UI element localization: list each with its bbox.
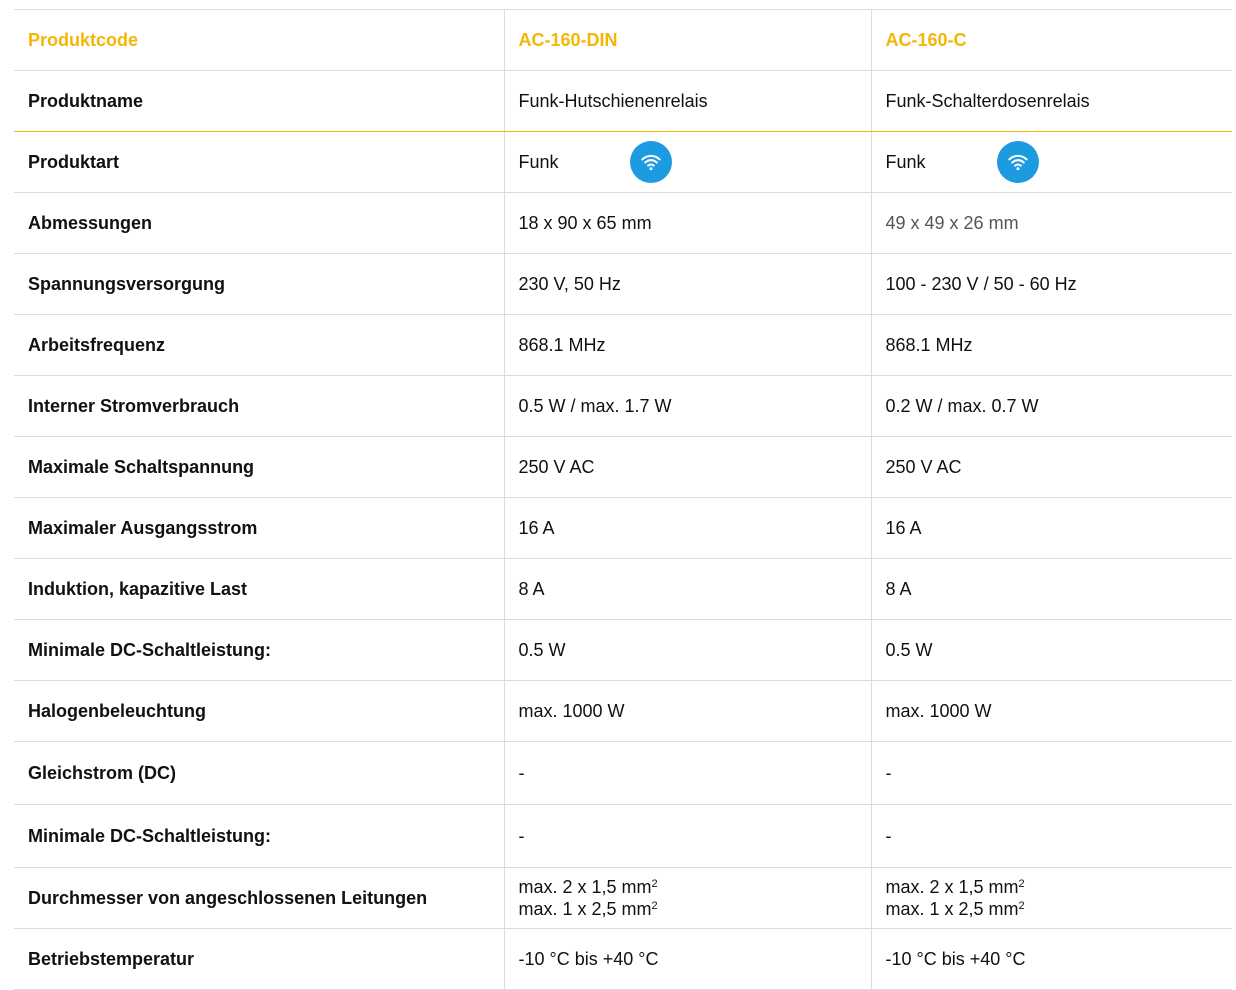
cable-spec-text: max. 1 x 2,5 mm (518, 899, 652, 919)
table-row: Produktname Funk-Hutschienenrelais Funk-… (14, 70, 1232, 132)
row-value-2: 8 A (870, 558, 1232, 620)
row-value-2: -10 °C bis +40 °C (870, 928, 1232, 990)
row-value-2: 0.2 W / max. 0.7 W (870, 375, 1232, 437)
table-row: Arbeitsfrequenz 868.1 MHz 868.1 MHz (14, 314, 1232, 376)
row-label: Halogenbeleuchtung (14, 680, 504, 742)
unit-superscript: 2 (651, 878, 658, 890)
table-row: Gleichstrom (DC) - - (14, 741, 1232, 805)
table-row: Maximale Schaltspannung 250 V AC 250 V A… (14, 436, 1232, 498)
cable-spec-line: max. 1 x 2,5 mm2 (519, 898, 871, 920)
row-label: Spannungsversorgung (14, 253, 504, 315)
header-product-code-1: AC-160-DIN (503, 9, 871, 71)
cable-spec-text: max. 2 x 1,5 mm (885, 877, 1019, 897)
row-value-1: -10 °C bis +40 °C (503, 928, 871, 990)
table-row: Minimale DC-Schaltleistung: - - (14, 804, 1232, 868)
product-spec-table: Produktcode AC-160-DIN AC-160-C Produktn… (14, 9, 1232, 990)
row-value-1: 250 V AC (503, 436, 871, 498)
row-value-1: 8 A (503, 558, 871, 620)
row-value-1: - (503, 741, 871, 805)
row-value-2: max. 1000 W (870, 680, 1232, 742)
row-value-2: Funk-Schalterdosenrelais (870, 70, 1232, 132)
table-row: Durchmesser von angeschlossenen Leitunge… (14, 867, 1233, 929)
wifi-icon (996, 141, 1039, 183)
table-row: Minimale DC-Schaltleistung: 0.5 W 0.5 W (14, 619, 1232, 681)
row-value-2: 250 V AC (870, 436, 1232, 498)
row-value-2: 49 x 49 x 26 mm (870, 192, 1232, 254)
cable-spec-line: max. 2 x 1,5 mm2 (519, 876, 871, 898)
cable-spec-line: max. 2 x 1,5 mm2 (886, 876, 1233, 898)
row-label: Durchmesser von angeschlossenen Leitunge… (14, 867, 504, 929)
table-row: Halogenbeleuchtung max. 1000 W max. 1000… (14, 680, 1232, 742)
row-value-1: max. 2 x 1,5 mm2 max. 1 x 2,5 mm2 (503, 867, 871, 929)
row-value-1: - (503, 804, 871, 868)
table-row: Induktion, kapazitive Last 8 A 8 A (14, 558, 1232, 620)
row-value-1: max. 1000 W (503, 680, 871, 742)
row-value-1: 0.5 W (503, 619, 871, 681)
row-value-1: Funk (503, 131, 871, 193)
unit-superscript: 2 (651, 900, 658, 912)
row-label: Maximale Schaltspannung (14, 436, 504, 498)
table-row: Spannungsversorgung 230 V, 50 Hz 100 - 2… (14, 253, 1232, 315)
row-value-2: - (870, 804, 1232, 868)
table-row: Betriebstemperatur -10 °C bis +40 °C -10… (14, 928, 1232, 990)
row-value-2: 16 A (870, 497, 1232, 559)
header-label: Produktcode (14, 9, 504, 71)
cable-spec-line: max. 1 x 2,5 mm2 (886, 898, 1233, 920)
row-label: Minimale DC-Schaltleistung: (14, 619, 504, 681)
row-label: Interner Stromverbrauch (14, 375, 504, 437)
row-label: Produktart (14, 131, 504, 193)
wifi-icon (629, 141, 672, 183)
row-value-2: 0.5 W (870, 619, 1232, 681)
cable-spec-text: max. 2 x 1,5 mm (518, 877, 652, 897)
row-value-2: 868.1 MHz (870, 314, 1232, 376)
table-row: Maximaler Ausgangsstrom 16 A 16 A (14, 497, 1232, 559)
unit-superscript: 2 (1018, 878, 1025, 890)
row-label: Produktname (14, 70, 504, 132)
row-label: Abmessungen (14, 192, 504, 254)
row-label: Minimale DC-Schaltleistung: (14, 804, 504, 868)
product-type-text: Funk (885, 152, 926, 172)
row-value-1: 230 V, 50 Hz (503, 253, 871, 315)
row-value-1: Funk-Hutschienenrelais (503, 70, 871, 132)
row-label: Betriebstemperatur (14, 928, 504, 990)
row-value-1: 0.5 W / max. 1.7 W (503, 375, 871, 437)
row-label: Gleichstrom (DC) (14, 741, 504, 805)
unit-superscript: 2 (1018, 900, 1025, 912)
cable-spec-text: max. 1 x 2,5 mm (885, 899, 1019, 919)
row-value-2: - (870, 741, 1232, 805)
table-row: Produktart Funk Funk (14, 131, 1232, 193)
row-label: Induktion, kapazitive Last (14, 558, 504, 620)
row-value-2: max. 2 x 1,5 mm2 max. 1 x 2,5 mm2 (870, 867, 1233, 929)
table-row: Abmessungen 18 x 90 x 65 mm 49 x 49 x 26… (14, 192, 1232, 254)
table-row: Interner Stromverbrauch 0.5 W / max. 1.7… (14, 375, 1232, 437)
row-value-1: 868.1 MHz (503, 314, 871, 376)
row-label: Maximaler Ausgangsstrom (14, 497, 504, 559)
header-product-code-2: AC-160-C (870, 9, 1232, 71)
row-value-1: 18 x 90 x 65 mm (503, 192, 871, 254)
row-value-1: 16 A (503, 497, 871, 559)
row-label: Arbeitsfrequenz (14, 314, 504, 376)
row-value-2: Funk (870, 131, 1232, 193)
row-value-2: 100 - 230 V / 50 - 60 Hz (870, 253, 1232, 315)
table-header-row: Produktcode AC-160-DIN AC-160-C (14, 9, 1232, 71)
product-type-text: Funk (518, 152, 559, 172)
